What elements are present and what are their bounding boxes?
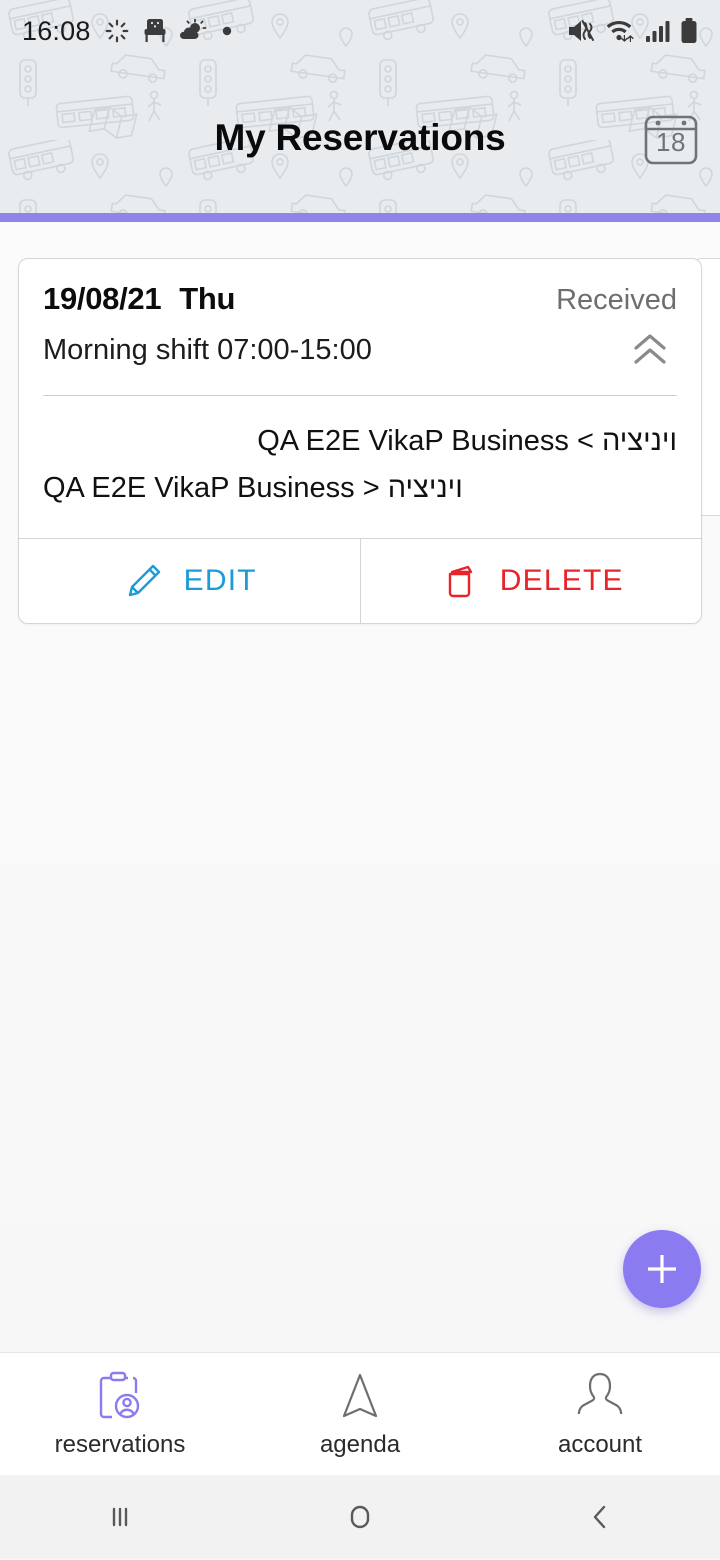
reservation-header-row: 19/08/21 Thu Received [43,281,677,317]
loading-spinner-icon [105,19,128,43]
reservation-shift: Morning shift 07:00-15:00 [43,333,372,366]
reservation-date: 19/08/21 [43,281,162,316]
recents-button[interactable] [0,1497,240,1537]
nav-label-agenda: agenda [319,1430,401,1458]
person-icon [577,1372,623,1414]
edit-button-label: EDIT [183,563,257,597]
bottom-navigation: reservations agenda account [0,1352,720,1475]
page-title: My Reservations [214,116,506,158]
collapse-button[interactable] [623,327,677,373]
status-badge: Received [556,284,677,316]
status-bar-right [567,17,698,45]
mute-vibrate-icon [569,20,594,41]
accent-divider [0,213,720,222]
route-list: ויניציה > QA E2E VikaP Business QA E2E V… [43,396,677,538]
status-bar-clock: 16:08 [22,15,91,46]
reservation-day-of-week: Thu [179,281,236,316]
clipboard-person-icon [99,1371,140,1418]
calendar-day-number: 18 [656,126,686,157]
nav-item-agenda[interactable]: agenda [240,1353,480,1475]
delete-button-label: DELETE [499,563,624,597]
edit-button[interactable]: EDIT [19,538,360,623]
system-navigation-bar [0,1475,720,1559]
reservation-card-body: 19/08/21 Thu Received Morning shift 07:0… [19,259,701,538]
card-actions: EDIT DELETE [19,537,701,623]
status-bar-left: 16:08 [22,16,233,47]
wifi-icon [606,21,634,42]
nav-label-account: account [557,1430,643,1458]
navigation-arrow-icon [342,1373,378,1417]
route-line: QA E2E VikaP Business > ויניציה [43,471,463,504]
app-header: 16:08 My Reservations 18 [0,0,720,213]
double-chevron-up-icon [634,334,666,364]
route-line: ויניציה > QA E2E VikaP Business [257,425,677,457]
trash-icon [448,565,472,598]
pencil-icon [128,564,160,597]
dot-icon [222,26,231,36]
delete-button[interactable]: DELETE [359,538,701,623]
home-icon [350,1505,370,1529]
recents-icon [112,1507,128,1527]
battery-icon [681,18,697,43]
calendar-button[interactable]: 18 [640,107,702,169]
header-title-row: My Reservations 18 [0,62,720,213]
home-button[interactable] [240,1497,480,1537]
plus-icon [648,1255,676,1283]
app-root: 16:08 My Reservations 18 19/08/21 Thu Re… [0,0,720,1560]
nav-item-reservations[interactable]: reservations [0,1353,240,1475]
status-bar: 16:08 [0,0,720,62]
nav-label-reservations: reservations [54,1430,186,1458]
back-icon [593,1505,606,1529]
nav-item-account[interactable]: account [480,1353,720,1475]
back-button[interactable] [480,1497,720,1537]
reservation-card: 19/08/21 Thu Received Morning shift 07:0… [18,258,702,624]
signal-bars-icon [646,21,670,42]
reservation-shift-row: Morning shift 07:00-15:00 [43,327,677,373]
chair-icon [144,19,166,42]
weather-partly-cloudy-icon [179,19,206,39]
content-area: 19/08/21 Thu Received Morning shift 07:0… [0,222,720,1352]
add-reservation-fab[interactable] [623,1230,701,1308]
